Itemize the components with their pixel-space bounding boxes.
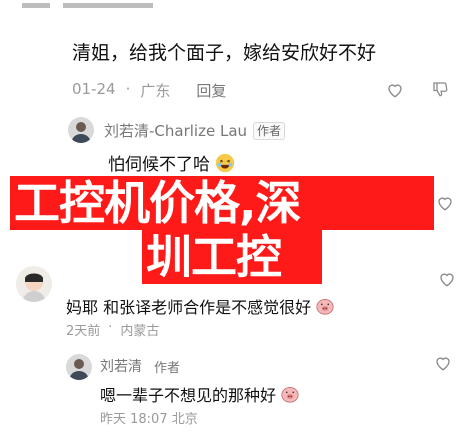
reply-text-content: 怕伺候不了哈: [108, 155, 210, 175]
comment-date: 2天前: [66, 324, 101, 339]
reply-author[interactable]: 刘若清 作者: [100, 356, 180, 376]
comment-text-content: 妈耶 和张译老师合作是不感觉很好: [66, 298, 312, 317]
comment-text: 妈耶 和张译老师合作是不感觉很好: [66, 294, 335, 318]
like-icon[interactable]: [434, 354, 452, 372]
like-icon[interactable]: [436, 194, 454, 212]
dislike-icon[interactable]: [431, 80, 449, 98]
comment-date: 01-24: [72, 80, 116, 98]
dot-separator: ·: [108, 320, 113, 335]
comment-meta: 01-24 · 广东 回复: [72, 80, 226, 101]
reply-text: 怕伺候不了哈: [108, 150, 236, 175]
reply-author-name: 刘若清-Charlize Lau: [104, 122, 248, 140]
pig-face-emoji-icon: [280, 385, 300, 403]
reply-author[interactable]: 刘若清-Charlize Lau 作者: [104, 120, 286, 141]
avatar[interactable]: [16, 266, 52, 302]
like-icon[interactable]: [386, 81, 404, 99]
comment-location: 内蒙古: [120, 324, 160, 339]
pig-face-emoji-icon: [315, 297, 335, 315]
dot-separator: ·: [125, 80, 131, 98]
laughing-emoji-icon: [214, 152, 236, 174]
overlay-title-line1: 工控机价格,深: [14, 176, 301, 230]
comment-location: 广东: [140, 82, 171, 100]
reply-meta: 昨天 18:07 北京: [100, 412, 198, 427]
avatar[interactable]: [66, 354, 92, 380]
author-badge: 作者: [253, 121, 286, 140]
reply-author-name: 刘若清: [100, 359, 142, 375]
like-icon[interactable]: [438, 270, 456, 288]
reply-text: 嗯一辈子不想见的那种好: [100, 382, 300, 406]
comment-text: 清姐，给我个面子，嫁给安欣好不好: [72, 42, 377, 64]
reply-text-content: 嗯一辈子不想见的那种好: [100, 386, 277, 405]
reply-button[interactable]: 回复: [196, 80, 226, 101]
author-badge: 作者: [154, 360, 181, 376]
comment-meta: 2天前 · 内蒙古: [66, 320, 159, 339]
overlay-title-line2: 圳工控: [146, 230, 282, 284]
avatar[interactable]: [68, 117, 94, 143]
partial-top-text: [22, 0, 162, 8]
